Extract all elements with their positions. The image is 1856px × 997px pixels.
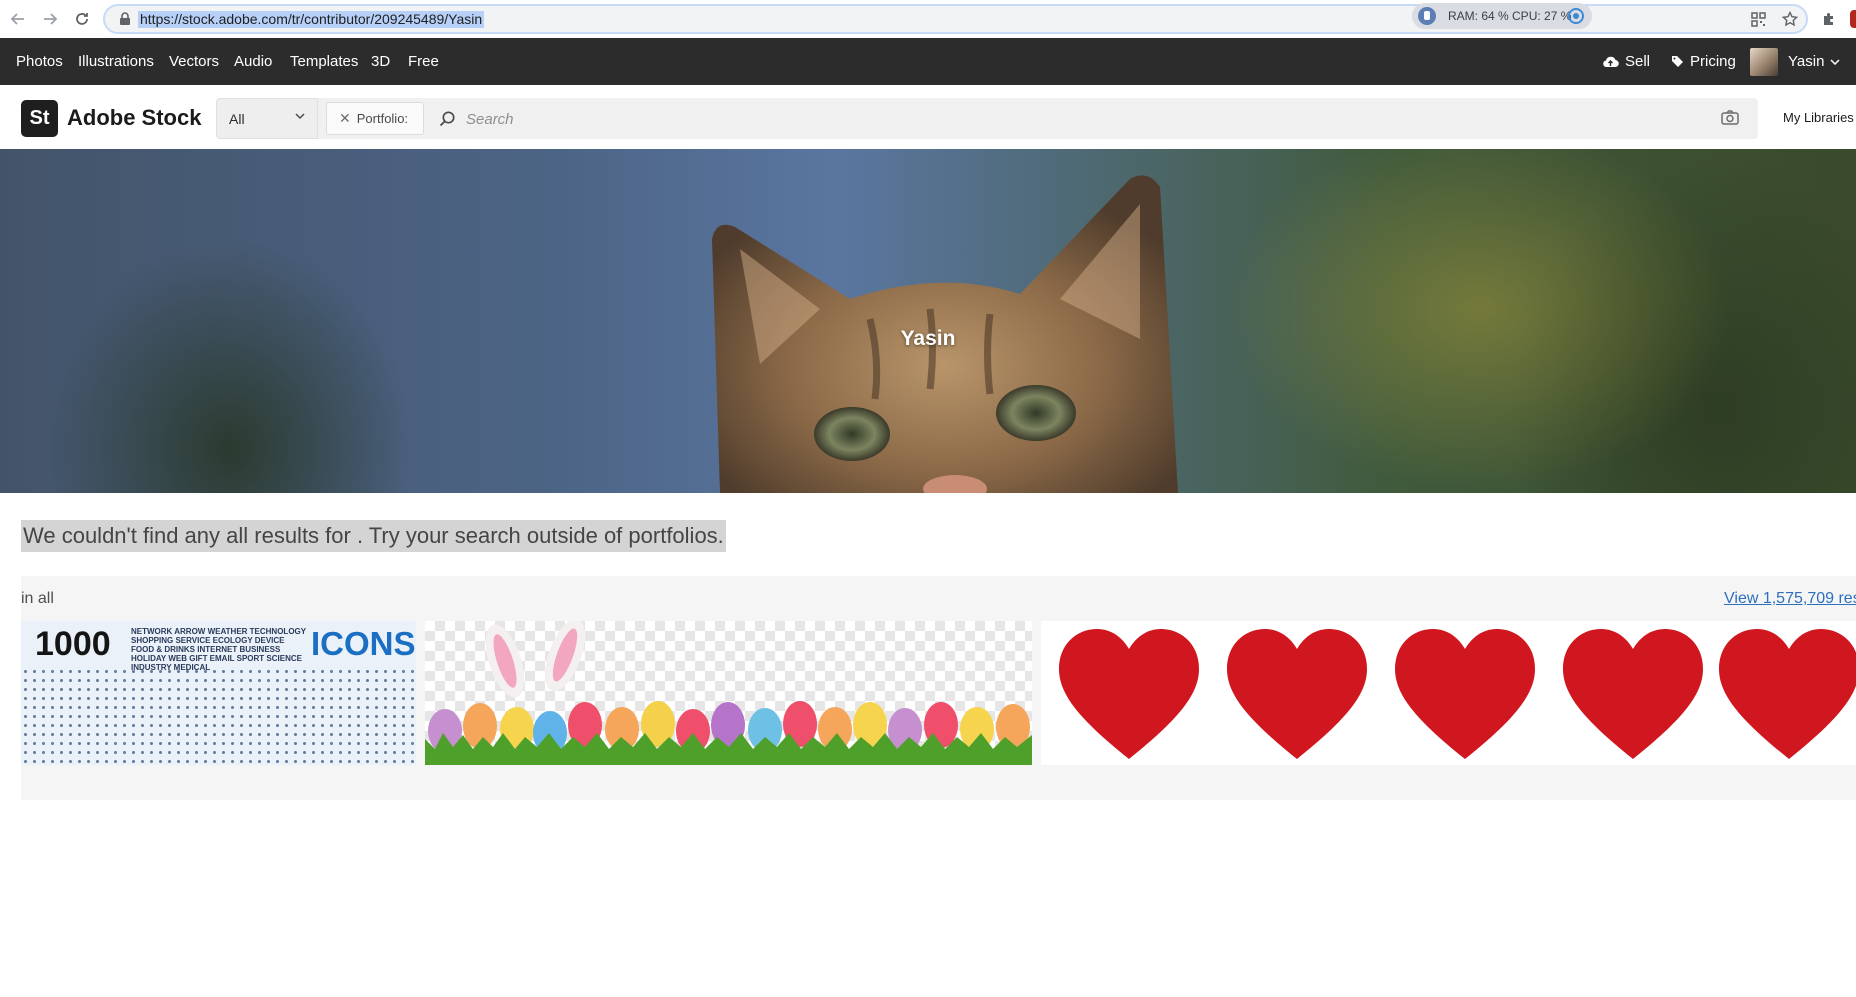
heart-4 xyxy=(1563,629,1703,759)
heart-2 xyxy=(1227,629,1367,759)
content-type-value: All xyxy=(229,111,245,127)
search-input[interactable] xyxy=(464,104,1738,134)
sell-link[interactable]: Sell xyxy=(1602,53,1650,70)
results-scope-label: in all xyxy=(21,590,54,607)
site-navigation: Photos Illustrations Vectors Audio Templ… xyxy=(0,38,1856,85)
nav-3d[interactable]: 3D xyxy=(371,53,390,70)
logo-mark: St xyxy=(29,107,50,129)
monitor-icon xyxy=(1418,7,1436,25)
price-tag-icon xyxy=(1672,56,1683,67)
easter-eggs-image xyxy=(425,621,1032,765)
bookmark-button[interactable] xyxy=(1779,8,1801,30)
browser-toolbar: https://stock.adobe.com/tr/contributor/2… xyxy=(0,0,1856,39)
content-type-dropdown[interactable]: All xyxy=(216,98,318,139)
reload-button[interactable] xyxy=(69,6,95,32)
back-arrow-icon xyxy=(10,13,24,25)
cat-photo xyxy=(712,175,1178,493)
nav-vectors[interactable]: Vectors xyxy=(169,53,219,70)
thumbnail-icons-set[interactable]: 1000 NETWORK ARROW WEATHER TECHNOLOGY SH… xyxy=(21,621,416,765)
chevron-down-icon xyxy=(295,113,305,120)
camera-icon xyxy=(1721,110,1739,125)
thumb-tags: NETWORK ARROW WEATHER TECHNOLOGY SHOPPIN… xyxy=(131,627,306,672)
back-button[interactable] xyxy=(5,6,31,32)
no-results-message: We couldn't find any all results for . T… xyxy=(21,520,726,552)
hearts-image xyxy=(1059,629,1856,759)
qr-code-button[interactable] xyxy=(1747,8,1769,30)
pricing-label: Pricing xyxy=(1690,53,1736,70)
portfolio-cover-image: Yasin xyxy=(0,149,1856,493)
chevron-down-icon xyxy=(1830,58,1840,65)
qr-code-icon xyxy=(1750,11,1766,27)
reload-icon xyxy=(76,13,88,25)
icon-grid-pattern xyxy=(21,667,416,765)
profile-badge[interactable] xyxy=(1850,10,1856,28)
nav-illustrations[interactable]: Illustrations xyxy=(78,53,154,70)
url-text[interactable]: https://stock.adobe.com/tr/contributor/2… xyxy=(138,11,485,28)
lock-icon xyxy=(120,12,130,25)
portfolio-filter-chip[interactable]: ✕ Portfolio: xyxy=(326,102,424,135)
star-icon xyxy=(1782,11,1798,27)
user-menu[interactable]: Yasin xyxy=(1788,53,1840,70)
view-all-results-link[interactable]: View 1,575,709 resu xyxy=(1724,590,1856,608)
portfolio-chip-label: Portfolio: xyxy=(356,111,409,126)
extensions-button[interactable] xyxy=(1818,8,1840,30)
upload-cloud-icon xyxy=(1603,56,1619,67)
avatar[interactable] xyxy=(1750,48,1778,76)
gauge-icon xyxy=(1568,8,1584,24)
my-libraries-link[interactable]: My Libraries xyxy=(1783,110,1854,125)
thumbnail-red-hearts[interactable] xyxy=(1041,621,1856,765)
forward-arrow-icon xyxy=(44,13,58,25)
sell-label: Sell xyxy=(1625,53,1651,70)
thumbnail-easter-eggs[interactable] xyxy=(425,621,1032,765)
user-name: Yasin xyxy=(1788,53,1825,70)
adobe-stock-logo[interactable]: St xyxy=(21,100,58,137)
search-header: St Adobe Stock All ✕ Portfolio: My Libra… xyxy=(0,85,1856,149)
brand-name[interactable]: Adobe Stock xyxy=(67,105,201,131)
portfolio-title: Yasin xyxy=(900,327,956,350)
thumb-number: 1000 xyxy=(35,625,111,663)
system-monitor-extension[interactable]: RAM: 64 % CPU: 27 % xyxy=(1412,3,1592,29)
nav-photos[interactable]: Photos xyxy=(16,53,63,70)
nav-audio[interactable]: Audio xyxy=(234,53,272,70)
search-bar: All ✕ Portfolio: xyxy=(216,98,1758,139)
heart-3 xyxy=(1395,629,1535,759)
puzzle-icon xyxy=(1824,13,1833,25)
heart-5 xyxy=(1719,629,1856,759)
forward-button[interactable] xyxy=(37,6,63,32)
thumb-word: ICONS xyxy=(311,625,416,662)
nav-templates[interactable]: Templates xyxy=(290,53,358,70)
related-results: in all View 1,575,709 resu 1000 NETWORK … xyxy=(21,576,1856,800)
search-icon xyxy=(439,111,455,127)
pricing-link[interactable]: Pricing xyxy=(1671,53,1736,70)
system-monitor-text: RAM: 64 % CPU: 27 % xyxy=(1448,9,1572,23)
nav-free[interactable]: Free xyxy=(408,53,439,70)
close-icon[interactable]: ✕ xyxy=(339,110,351,127)
heart-1 xyxy=(1059,629,1199,759)
